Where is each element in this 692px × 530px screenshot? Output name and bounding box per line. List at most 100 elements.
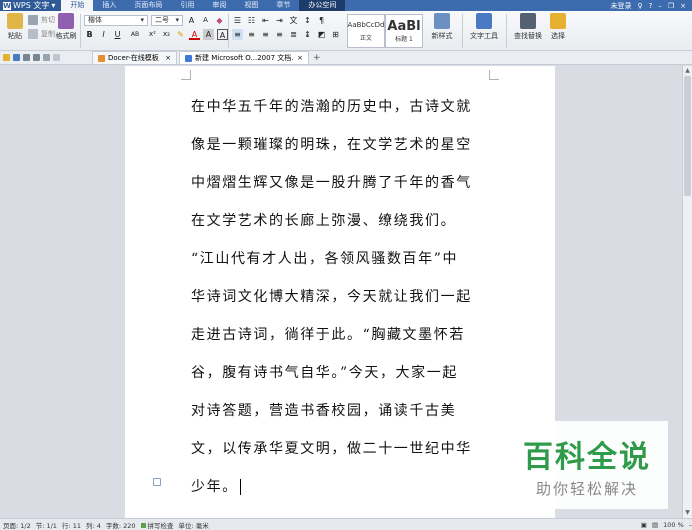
- status-column: 列: 4: [85, 521, 101, 530]
- menu-bar: W WPS 文字 ▾ 开始 插入 页面布局 引用 审阅 视图 章节 办公空间 未…: [0, 0, 692, 11]
- cut-button[interactable]: 剪切: [28, 13, 55, 27]
- highlight-icon[interactable]: ✎: [175, 29, 186, 40]
- underline-button[interactable]: U: [112, 29, 123, 40]
- docer-icon: [98, 54, 105, 62]
- document-line[interactable]: 走进古诗词，徜徉于此。“胸藏文墨怀若: [191, 324, 465, 344]
- tab-page-layout[interactable]: 页面布局: [125, 0, 171, 11]
- document-line[interactable]: 华诗词文化博大精深，今天就让我们一起: [191, 286, 472, 306]
- status-bar: 页面: 1/2 节: 1/1 行: 11 列: 4 字数: 220 拼写检查 单…: [0, 518, 692, 530]
- chinese-layout-icon[interactable]: 文: [288, 15, 299, 26]
- login-link[interactable]: 未登录: [610, 1, 631, 11]
- tab-home[interactable]: 开始: [61, 0, 94, 11]
- justify-icon[interactable]: ≡: [274, 29, 285, 40]
- zoom-level[interactable]: 100 %: [663, 521, 684, 529]
- spell-check-icon: [140, 522, 146, 528]
- help-icon[interactable]: ?: [649, 2, 653, 10]
- close-icon[interactable]: ×: [680, 2, 686, 10]
- close-icon[interactable]: ×: [297, 54, 303, 62]
- minimize-icon[interactable]: –: [658, 2, 662, 10]
- outdent-icon[interactable]: ⇤: [260, 15, 271, 26]
- tab-insert[interactable]: 插入: [93, 0, 125, 11]
- redo-icon[interactable]: [53, 54, 60, 61]
- style-heading-1[interactable]: AaBl 标题 1: [385, 14, 423, 48]
- subscript-icon[interactable]: x₂: [161, 29, 172, 40]
- superscript-icon[interactable]: x²: [147, 29, 158, 40]
- page-view-icon[interactable]: ▣: [641, 521, 647, 529]
- document-line[interactable]: 文，以传承华夏文明，做二十一世纪中华: [191, 438, 472, 458]
- font-color-icon[interactable]: A: [189, 29, 200, 40]
- document-line[interactable]: 像是一颗璀璨的明珠，在文学艺术的星空: [191, 134, 472, 154]
- strikethrough-icon[interactable]: AB: [126, 29, 144, 40]
- document-line[interactable]: 在中华五千年的浩瀚的历史中，古诗文就: [191, 96, 472, 116]
- align-center-icon[interactable]: ≡: [246, 29, 257, 40]
- document-line[interactable]: 谷，腹有诗书气自华。”今天，大家一起: [191, 362, 458, 382]
- tab-current-document[interactable]: 新建 Microsoft O...2007 文档.docx * ×: [179, 51, 309, 64]
- status-section: 节: 1/1: [35, 521, 57, 530]
- shading-icon[interactable]: ◩: [316, 29, 327, 40]
- tab-view[interactable]: 视图: [235, 0, 267, 11]
- open-icon[interactable]: [3, 54, 10, 61]
- tab-review[interactable]: 审阅: [203, 0, 235, 11]
- vertical-scrollbar[interactable]: ▲ ▼: [682, 66, 692, 518]
- tab-docer-templates[interactable]: Docer-在线模板 ×: [92, 51, 177, 64]
- document-line-last[interactable]: 少年。: [191, 476, 241, 496]
- font-size-select[interactable]: 二号 ▾: [151, 14, 183, 26]
- show-marks-icon[interactable]: ¶: [316, 15, 327, 26]
- text-tools-icon: [476, 13, 492, 29]
- document-page[interactable]: 在中华五千年的浩瀚的历史中，古诗文就 像是一颗璀璨的明珠，在文学艺术的星空 中熠…: [125, 66, 555, 518]
- web-view-icon[interactable]: ▤: [652, 521, 658, 529]
- tab-chapter[interactable]: 章节: [267, 0, 299, 11]
- tab-cloud-office[interactable]: 办公空间: [299, 0, 346, 11]
- char-border-icon[interactable]: A: [217, 28, 228, 40]
- document-line[interactable]: “江山代有才人出，各领风骚数百年”中: [191, 248, 458, 268]
- shrink-font-icon[interactable]: A: [200, 15, 211, 26]
- align-left-icon[interactable]: ≡: [232, 28, 243, 40]
- undo-icon[interactable]: [43, 54, 50, 61]
- scroll-thumb[interactable]: [684, 76, 691, 196]
- format-painter-button[interactable]: 格式刷: [54, 13, 78, 41]
- tab-references[interactable]: 引用: [171, 0, 203, 11]
- line-spacing-icon[interactable]: ↨: [302, 29, 313, 40]
- spell-check-toggle[interactable]: 拼写检查: [140, 520, 174, 530]
- status-unit[interactable]: 单位: 毫米: [179, 520, 209, 530]
- save-icon[interactable]: [13, 54, 20, 61]
- copy-button[interactable]: 复制: [28, 27, 55, 41]
- document-line[interactable]: 对诗答题，营造书香校园，诵读千古美: [191, 400, 456, 420]
- sort-icon[interactable]: ↕: [302, 15, 313, 26]
- scroll-up-icon[interactable]: ▲: [684, 67, 691, 74]
- copy-icon: [28, 29, 38, 39]
- margin-corner-mark: [489, 70, 499, 80]
- close-icon[interactable]: ×: [165, 54, 171, 62]
- new-style-button[interactable]: 新样式: [428, 13, 456, 41]
- grow-font-icon[interactable]: A: [186, 15, 197, 26]
- print-icon[interactable]: [23, 54, 30, 61]
- document-line[interactable]: 在文学艺术的长廊上弥漫、缭绕我们。: [191, 210, 456, 230]
- clear-format-icon[interactable]: ◆: [214, 15, 225, 26]
- italic-button[interactable]: I: [98, 29, 109, 40]
- find-replace-button[interactable]: 查找替换: [510, 13, 546, 41]
- bullet-list-icon[interactable]: ☰: [232, 15, 243, 26]
- numbered-list-icon[interactable]: ☷: [246, 15, 257, 26]
- select-button[interactable]: 选择: [546, 13, 570, 41]
- skin-icon[interactable]: ♀: [637, 2, 642, 10]
- text-tools-button[interactable]: 文字工具: [466, 13, 502, 41]
- borders-icon[interactable]: ⊞: [330, 29, 341, 40]
- char-shading-icon[interactable]: A: [203, 28, 214, 40]
- document-line[interactable]: 中熠熠生辉又像是一股升腾了千年的香气: [191, 172, 472, 192]
- watermark-logo: 百科全说 助你轻松解决: [506, 421, 668, 509]
- preview-icon[interactable]: [33, 54, 40, 61]
- status-word-count[interactable]: 字数: 220: [106, 520, 136, 530]
- status-page[interactable]: 页面: 1/2: [3, 520, 31, 530]
- app-menu-button[interactable]: W WPS 文字 ▾: [0, 0, 62, 11]
- scroll-down-icon[interactable]: ▼: [684, 509, 691, 516]
- font-name-select[interactable]: 楷体 ▾: [84, 14, 148, 26]
- chevron-down-icon: ▾: [175, 15, 179, 24]
- bold-button[interactable]: B: [84, 29, 95, 40]
- paste-button[interactable]: 粘贴: [4, 13, 26, 41]
- align-right-icon[interactable]: ≡: [260, 29, 271, 40]
- new-tab-button[interactable]: +: [309, 53, 325, 63]
- style-normal[interactable]: AaBbCcDd 正文: [347, 14, 385, 48]
- restore-icon[interactable]: ❐: [668, 2, 674, 10]
- indent-icon[interactable]: ⇥: [274, 15, 285, 26]
- distribute-icon[interactable]: ≣: [288, 29, 299, 40]
